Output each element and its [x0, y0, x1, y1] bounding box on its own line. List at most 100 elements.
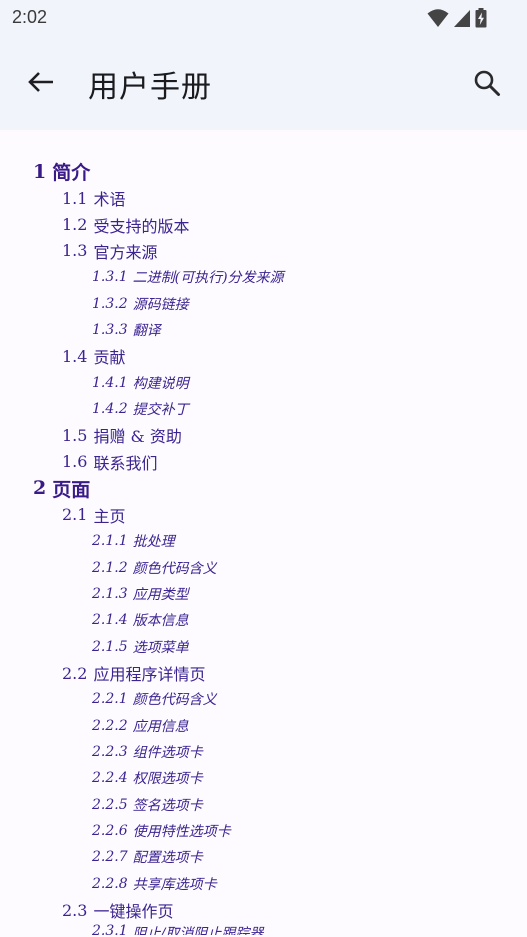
toc-label: 主页 — [93, 506, 126, 526]
toc-number: 2.2.3 — [92, 744, 128, 761]
toc-link-2-2-3[interactable]: 2.2.3 组件选项卡 — [0, 739, 527, 765]
toc-label: 贡献 — [93, 348, 126, 368]
toc-number: 2.1.1 — [92, 533, 128, 550]
toc-label: 二进制(可执行)分发来源 — [132, 270, 284, 287]
toc-number: 2 — [33, 477, 47, 500]
toc-number: 2.1.4 — [92, 612, 128, 629]
toc-number: 2.3 — [62, 900, 88, 920]
toc-link-1-3-2[interactable]: 1.3.2 源码链接 — [0, 290, 527, 316]
battery-charging-icon — [475, 8, 487, 28]
toc-number: 1.3 — [62, 241, 88, 261]
toc-link-1-6[interactable]: 1.6 联系我们 — [0, 448, 527, 474]
toc-number: 2.2.5 — [92, 796, 128, 813]
search-icon — [474, 70, 500, 96]
toc-label: 选项菜单 — [132, 639, 189, 656]
toc-label: 共享库选项卡 — [132, 876, 217, 893]
page-title: 用户手册 — [88, 70, 212, 105]
toc-number: 2.2.1 — [92, 691, 128, 708]
toc-link-2-2-6[interactable]: 2.2.6 使用特性选项卡 — [0, 818, 527, 844]
toc-number: 1.1 — [62, 188, 88, 208]
toc-number: 2.1.5 — [92, 638, 128, 655]
toc-link-2-2-4[interactable]: 2.2.4 权限选项卡 — [0, 765, 527, 791]
toc-number: 1 — [33, 160, 47, 183]
status-icons — [427, 7, 487, 29]
toc-label: 捐赠 & 资助 — [93, 427, 182, 447]
toc-label: 颜色代码含义 — [132, 692, 217, 709]
toc-label: 应用程序详情页 — [93, 665, 206, 685]
toc-label: 阻止/取消阻止跟踪器 — [132, 926, 264, 936]
toc-number: 2.2.6 — [92, 823, 128, 840]
toc-label: 应用信息 — [132, 718, 189, 735]
toc-label: 一键操作页 — [93, 902, 174, 922]
toc-link-1-1[interactable]: 1.1 术语 — [0, 185, 527, 211]
toc-label: 受支持的版本 — [93, 216, 190, 236]
toc-link-1-5[interactable]: 1.5 捐赠 & 资助 — [0, 422, 527, 448]
wifi-icon — [427, 9, 449, 27]
toc-label: 版本信息 — [132, 613, 189, 630]
toc-link-1-4-2[interactable]: 1.4.2 提交补丁 — [0, 396, 527, 422]
toc-link-2-1-5[interactable]: 2.1.5 选项菜单 — [0, 634, 527, 660]
toc-label: 使用特性选项卡 — [132, 824, 231, 841]
toc-number: 2.1 — [62, 505, 88, 525]
toc-link-2-2-5[interactable]: 2.2.5 签名选项卡 — [0, 792, 527, 818]
toc-link-1-3-3[interactable]: 1.3.3 翻译 — [0, 317, 527, 343]
toc-link-2-1-1[interactable]: 2.1.1 批处理 — [0, 528, 527, 554]
app-bar: 用户手册 — [0, 36, 527, 130]
toc-label: 配置选项卡 — [132, 850, 203, 867]
toc-label: 颜色代码含义 — [132, 560, 217, 577]
toc-number: 2.2.2 — [92, 717, 128, 734]
toc-link-2-1-2[interactable]: 2.1.2 颜色代码含义 — [0, 554, 527, 580]
toc-number: 1.5 — [62, 425, 88, 445]
toc-link-2-2-1[interactable]: 2.2.1 颜色代码含义 — [0, 686, 527, 712]
toc-link-2-2-7[interactable]: 2.2.7 配置选项卡 — [0, 844, 527, 870]
toc-number: 2.2.7 — [92, 849, 128, 866]
toc-link-2-1-4[interactable]: 2.1.4 版本信息 — [0, 607, 527, 633]
toc-link-1-4[interactable]: 1.4 贡献 — [0, 343, 527, 369]
toc-number: 2.2.8 — [92, 875, 128, 892]
toc-label: 翻译 — [132, 322, 161, 339]
toc-number: 1.4 — [62, 346, 88, 366]
toc-link-2-2-8[interactable]: 2.2.8 共享库选项卡 — [0, 871, 527, 897]
toc-number: 2.3.1 — [92, 923, 128, 936]
toc-link-1-3-1[interactable]: 1.3.1 二进制(可执行)分发来源 — [0, 264, 527, 290]
toc-label: 批处理 — [132, 534, 175, 551]
toc-number: 1.6 — [62, 452, 88, 472]
toc-number: 1.4.1 — [92, 374, 128, 391]
toc-label: 页面 — [52, 478, 91, 501]
toc-link-2[interactable]: 2 页面 — [0, 475, 527, 502]
toc-label: 简介 — [52, 162, 91, 184]
toc-link-1-3[interactable]: 1.3 官方来源 — [0, 238, 527, 264]
toc-number: 1.2 — [62, 215, 88, 235]
arrow-left-icon — [28, 72, 53, 92]
toc-label: 术语 — [93, 190, 126, 210]
toc-label: 提交补丁 — [132, 401, 189, 418]
toc-link-2-2-2[interactable]: 2.2.2 应用信息 — [0, 713, 527, 739]
toc-label: 构建说明 — [132, 375, 189, 392]
toc-label: 应用类型 — [132, 586, 189, 603]
status-bar: 2:02 — [0, 0, 527, 36]
search-button[interactable] — [467, 63, 507, 103]
status-time: 2:02 — [12, 7, 48, 27]
toc-number: 1.3.1 — [92, 269, 128, 286]
toc-link-2-1-3[interactable]: 2.1.3 应用类型 — [0, 581, 527, 607]
back-button[interactable] — [21, 62, 61, 102]
toc-number: 1.4.2 — [92, 400, 128, 417]
toc-link-2-3-1[interactable]: 2.3.1 阻止/取消阻止跟踪器 — [0, 923, 527, 935]
toc-link-2-2[interactable]: 2.2 应用程序详情页 — [0, 660, 527, 686]
cell-signal-icon — [454, 9, 470, 27]
toc-label: 源码链接 — [132, 296, 189, 313]
toc-link-1-4-1[interactable]: 1.4.1 构建说明 — [0, 369, 527, 395]
toc-label: 组件选项卡 — [132, 745, 203, 762]
toc-link-2-1[interactable]: 2.1 主页 — [0, 502, 527, 528]
table-of-contents: 1 简介 1.1 术语 1.2 受支持的版本 1.3 官方来源 1.3.1 二进制(可执行)分发来… — [0, 158, 527, 936]
toc-link-1[interactable]: 1 简介 — [0, 158, 527, 185]
toc-label: 签名选项卡 — [132, 797, 203, 814]
toc-link-1-2[interactable]: 1.2 受支持的版本 — [0, 211, 527, 237]
toc-number: 2.2.4 — [92, 770, 128, 787]
toc-link-2-3[interactable]: 2.3 一键操作页 — [0, 897, 527, 923]
toc-number: 2.2 — [62, 663, 88, 683]
toc-number: 1.3.2 — [92, 295, 128, 312]
toc-label: 联系我们 — [93, 453, 158, 473]
toc-label: 权限选项卡 — [132, 771, 203, 788]
toc-label: 官方来源 — [93, 242, 158, 262]
